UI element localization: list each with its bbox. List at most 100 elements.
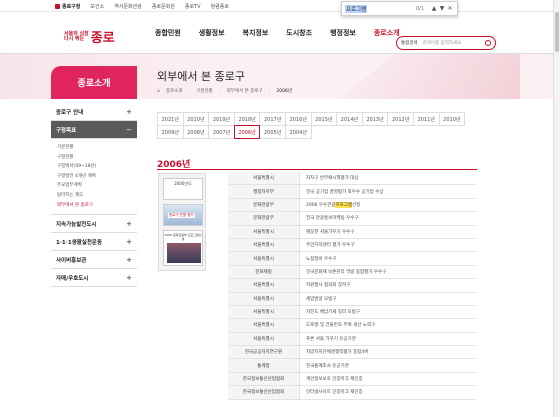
year-tab[interactable]: 2017년: [259, 112, 286, 126]
award-organization: 서울특별시: [228, 319, 300, 332]
side-nav-label: 지속가능발전도시: [56, 221, 97, 228]
year-tab[interactable]: 2016년: [284, 112, 312, 126]
table-row: 서울특별시 노점정비 우수구: [228, 252, 476, 266]
table-row: 한국정보통신산업협회 인터넷사이트 인증마크 재인증: [228, 386, 476, 400]
side-nav-label: 사이버홍보관: [56, 257, 87, 264]
year-tab[interactable]: 2008년: [182, 125, 210, 139]
subnav-item[interactable]: 기본현황: [57, 143, 131, 153]
award-organization: 행정자치부: [228, 185, 300, 198]
find-prev-icon[interactable]: ▲: [430, 5, 438, 12]
table-row: 서울특별시 지원행사 협의회 장려구: [228, 279, 476, 293]
search-scope-select[interactable]: 통합검색: [401, 40, 418, 46]
side-subnav: 기본현황 구정현황 구정백서(09~18년) 구정발전 4개년 계획 주요업무계…: [51, 139, 137, 216]
nav-item[interactable]: 복지정보: [243, 28, 269, 38]
year-tab[interactable]: 2009년: [157, 125, 184, 139]
side-nav-item[interactable]: 1·1·1생활실천운동 +: [51, 233, 137, 252]
award-organization: 서울특별시: [228, 292, 300, 305]
year-tab[interactable]: 2020년: [182, 112, 210, 126]
award-title: 지원행사 협의회 장려구: [306, 283, 351, 289]
side-nav-item[interactable]: 종로구 안내 +: [51, 103, 137, 121]
find-close-icon[interactable]: ✕: [446, 5, 454, 12]
breadcrumb-item[interactable]: 종로소개: [166, 88, 183, 94]
year-tab[interactable]: 2019년: [208, 112, 235, 126]
award-organization: 통계청: [228, 359, 300, 372]
breadcrumb-current: 2006년: [276, 89, 292, 94]
subnav-item[interactable]: 구정발전 4개년 계획: [57, 172, 131, 182]
subnav-item[interactable]: 구정현황: [57, 153, 131, 163]
subnav-item[interactable]: 구정백서(09~18년): [57, 162, 131, 172]
nav-item-active[interactable]: 종로소개: [374, 28, 400, 38]
side-nav-label: 종로구 안내: [56, 109, 84, 116]
year-tab[interactable]: 2010년: [438, 112, 466, 126]
year-tab[interactable]: 2012년: [387, 112, 414, 126]
year-tab-active[interactable]: 2006년: [233, 125, 261, 139]
side-nav-item[interactable]: 자매/우호도시 +: [51, 269, 137, 288]
utility-link[interactable]: 종로문화원: [152, 3, 175, 10]
award-title: 노점정비 우수구: [306, 256, 337, 262]
search-box[interactable]: 통합검색 검색어를 입력하세요: [396, 36, 496, 50]
table-row: 서울특별시 세입발굴 모범구: [228, 292, 476, 306]
year-tab[interactable]: 2018년: [233, 112, 261, 126]
site-header: 서울의 심장 다시 뛰는 종로 종합민원 생활정보 복지정보 도시창조 행정정보…: [0, 12, 560, 54]
side-nav-item[interactable]: 사이버홍보관 +: [51, 251, 137, 270]
award-organization: 서울특별시: [228, 225, 300, 238]
subnav-item[interactable]: 주요업무계획: [57, 181, 131, 191]
subnav-item-active[interactable]: 외부에서 본 종로구: [57, 201, 131, 211]
utility-link[interactable]: 보건소: [90, 3, 104, 10]
search-icon[interactable]: [485, 40, 491, 46]
year-tab[interactable]: 2004년: [284, 125, 312, 139]
breadcrumb-item[interactable]: 구정현황: [196, 88, 213, 94]
award-organization: 서울특별시: [228, 172, 300, 185]
nav-item[interactable]: 생활정보: [199, 28, 225, 38]
subnav-item[interactable]: 탈라지는 제도: [57, 191, 131, 201]
year-tab[interactable]: 2014년: [336, 112, 363, 126]
expand-icon: +: [126, 255, 132, 264]
collapse-icon: −: [126, 125, 132, 134]
year-tabs-row: 2021년 2020년 2019년 2018년 2017년 2016년 2015년 2014년…: [157, 112, 477, 126]
award-organization: 한국정보통신산업협회: [228, 372, 300, 386]
nav-item[interactable]: 행정정보: [330, 28, 356, 38]
year-tab[interactable]: 2005년: [259, 125, 286, 139]
year-tab[interactable]: 2007년: [208, 125, 235, 139]
expand-icon: +: [126, 273, 132, 282]
utility-links: 종로구청 보건소 역사문화관광 종로문화원 종로TV 청렴종로: [55, 3, 229, 10]
utility-link-jongno-office[interactable]: 종로구청: [55, 3, 80, 10]
year-tabs-row: 2009년 2008년 2007년 2006년 2005년 2004년: [157, 125, 477, 139]
table-row: 문화관광부 2006 우수관광 프로그램 선정: [228, 198, 476, 213]
search-highlight: 프로그램: [335, 201, 353, 208]
award-title: 자전도 체납기세 징리 모범구: [306, 310, 360, 316]
breadcrumb-separator-icon: ›: [268, 88, 271, 94]
utility-link[interactable]: 종로TV: [185, 3, 201, 10]
scrollbar-thumb[interactable]: [555, 12, 559, 52]
utility-link[interactable]: 청렴종로: [211, 3, 229, 10]
section-divider: [157, 169, 477, 170]
group-photo: [167, 243, 201, 263]
search-input[interactable]: 검색어를 입력하세요: [423, 40, 462, 46]
breadcrumb-item[interactable]: 외부에서 본 종로구: [227, 88, 263, 94]
utility-link[interactable]: 역사문화관광: [114, 3, 142, 10]
year-tab[interactable]: 2015년: [310, 112, 338, 126]
award-organization: 서울특별시: [228, 238, 300, 252]
year-tab[interactable]: 2013년: [361, 112, 389, 126]
table-row: 서울특별시 깨끗한 서울가꾸기 우수구: [228, 225, 476, 239]
table-row: 행정자치부 전국 공기업 경영평가 최우수 공기업 수상: [228, 185, 476, 199]
nav-item[interactable]: 종합민원: [155, 28, 181, 38]
logo-slogan-2: 다시 뛰는: [64, 35, 85, 42]
table-row: 서울특별시 푸른 서울 가꾸기 유공기관: [228, 332, 476, 347]
utility-link-label: 종로구청: [62, 4, 81, 10]
year-tab[interactable]: 2011년: [412, 112, 440, 126]
find-input[interactable]: 프로그램: [345, 4, 368, 13]
find-count: 0/1: [415, 5, 424, 12]
side-nav-item[interactable]: 지속가능발전도시 +: [51, 215, 137, 234]
award-title: 자치구 반부패시책평가 대상: [306, 176, 359, 182]
side-nav-item-active[interactable]: 구정목표 −: [51, 121, 137, 139]
award-title: 2006 우수관광 프로그램 선정: [300, 199, 476, 211]
site-logo[interactable]: 서울의 심장 다시 뛰는 종로: [64, 27, 115, 46]
year-tab[interactable]: 2021년: [157, 112, 184, 126]
nav-item[interactable]: 도시창조: [286, 28, 312, 38]
award-title: 전국통계조사 유공기관: [306, 363, 349, 369]
banner-decoration: [340, 54, 520, 99]
scrollbar[interactable]: [553, 0, 560, 417]
home-icon[interactable]: ⌂: [157, 89, 160, 94]
find-next-icon[interactable]: ▼: [438, 5, 446, 12]
